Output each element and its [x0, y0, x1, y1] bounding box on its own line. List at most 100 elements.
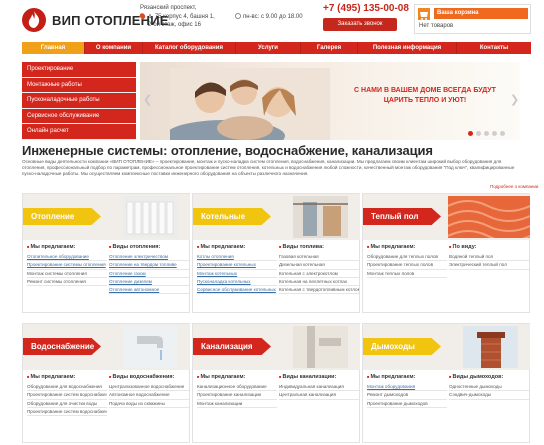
page-title: Инженерные системы: отопление, водоснабж… — [22, 143, 433, 158]
banner-dot-3[interactable] — [484, 131, 489, 136]
nav-catalog[interactable]: Каталог оборудования — [143, 42, 236, 54]
list-item[interactable]: Централизованное водоснабжение — [109, 384, 189, 392]
list-item[interactable]: Монтаж котельных — [197, 271, 277, 278]
main-nav: Главная О компании Каталог оборудования … — [22, 42, 531, 54]
cart-widget[interactable]: Ваша корзина Нет товаров — [414, 4, 531, 34]
list-item[interactable]: Монтаж оборудования — [367, 384, 447, 392]
card-chimneys[interactable]: Дымоходы Мы предлагаем: Монтаж оборудова… — [362, 323, 530, 443]
banner-dot-4[interactable] — [492, 131, 497, 136]
working-hours-text: пн-вс: с 9.00 до 18.00 — [243, 14, 303, 20]
list-item[interactable]: Проектирование котельных — [197, 262, 277, 270]
list-item[interactable]: Котельная с твердотопливным котлом — [279, 287, 359, 295]
column-title: Мы предлагаем: — [27, 374, 107, 380]
list-item[interactable]: Котельная на пеллетных котлах — [279, 279, 359, 287]
list-item[interactable]: Пусконаладка котельных — [197, 279, 277, 287]
clock-icon — [235, 13, 241, 19]
cart-empty-text: Нет товаров — [419, 23, 454, 29]
intro-text: Основные виды деятельности компании «ВИП… — [22, 159, 515, 176]
sidebar-menu: Проектирование Монтажные работы Пусконал… — [22, 62, 136, 140]
cart-icon[interactable] — [418, 8, 430, 20]
hero-banner[interactable]: С нами в вашем доме всегда будут царить … — [140, 62, 520, 140]
list-item[interactable]: Электрический теплый пол — [449, 262, 529, 270]
card-tag[interactable]: Отопление — [23, 208, 101, 225]
column-title: По виду: — [449, 244, 529, 250]
card-tag[interactable]: Дымоходы — [363, 338, 441, 355]
list-item[interactable]: Проектирование систем водоснабжения — [27, 409, 107, 417]
list-item[interactable]: Оборудование для теплых полов — [367, 254, 447, 262]
phone-number[interactable]: +7 (495) 135-00-08 — [323, 3, 409, 14]
list-item[interactable]: Автономное водоснабжение — [109, 392, 189, 400]
card-tag[interactable]: Водоснабжение — [23, 338, 101, 355]
nav-services[interactable]: Услуги — [236, 42, 301, 54]
flame-logo-icon[interactable] — [22, 8, 46, 32]
list-item[interactable]: Оборудование для водоснабжения — [27, 384, 107, 392]
column-title: Мы предлагаем: — [367, 374, 447, 380]
nav-contacts[interactable]: Контакты — [457, 42, 531, 54]
card-sewerage[interactable]: Канализация Мы предлагаем: Канализационн… — [192, 323, 360, 443]
callback-button[interactable]: Заказать звонок — [323, 18, 397, 31]
list-item[interactable]: Котельная с электрокотлом — [279, 271, 359, 278]
list-item[interactable]: Проектирование систем водоснабжения — [27, 392, 107, 400]
banner-pagination — [468, 131, 505, 136]
banner-next-icon[interactable]: ❯ — [510, 95, 519, 106]
list-item[interactable]: Центральная канализация — [279, 392, 359, 400]
nav-gallery[interactable]: Галерея — [301, 42, 358, 54]
list-item[interactable]: Водяной теплый пол — [449, 254, 529, 262]
list-item[interactable]: Оборудование для очистки воды — [27, 401, 107, 408]
sidebar-item-commissioning[interactable]: Пусконаладочные работы — [22, 93, 136, 109]
sidebar-item-online-calc[interactable]: Онлайн расчет — [22, 124, 136, 140]
column-title: Виды дымоходов: — [449, 374, 529, 380]
sidebar-item-installation[interactable]: Монтажные работы — [22, 77, 136, 94]
nav-useful-info[interactable]: Полезная информация — [358, 42, 457, 54]
list-item[interactable]: Котлы отопления — [197, 254, 277, 262]
list-item[interactable]: Ремонт системы отопления — [27, 279, 107, 287]
list-item[interactable]: Проектирование системы отопления — [27, 262, 107, 270]
column-title: Мы предлагаем: — [197, 244, 277, 250]
column-title: Мы предлагаем: — [27, 244, 107, 250]
banner-dot-5[interactable] — [500, 131, 505, 136]
list-item[interactable]: Отопление на твердом топливе — [109, 262, 189, 270]
cart-title[interactable]: Ваша корзина — [434, 8, 528, 19]
list-item[interactable]: Проектирование дымоходов — [367, 401, 447, 408]
sidebar-item-service[interactable]: Сервисное обслуживание — [22, 108, 136, 125]
card-heating[interactable]: Отопление Мы предлагаем: Отопительное об… — [22, 193, 190, 313]
list-item[interactable]: Проектирование канализации — [197, 392, 277, 400]
banner-dot-1[interactable] — [468, 131, 473, 136]
address-line-3: 2-ой этаж, офис 16 — [148, 22, 201, 28]
address-line-2: д. 75 корпус 4, башня 1, — [148, 14, 215, 20]
list-item[interactable]: Отопление газом — [109, 271, 189, 278]
list-item[interactable]: Индивидуальная канализация — [279, 384, 359, 392]
list-item[interactable]: Отопительное оборудование — [27, 254, 107, 262]
list-item[interactable]: Ремонт дымоходов — [367, 392, 447, 400]
list-item[interactable]: Отопление электричеством — [109, 254, 189, 262]
list-item[interactable]: Канализационное оборудование — [197, 384, 277, 392]
list-item[interactable]: Отопление автономное — [109, 287, 189, 295]
list-item[interactable]: Отопление дизелем — [109, 279, 189, 287]
list-item[interactable]: Одностенные дымоходы — [449, 384, 529, 392]
more-about-link[interactable]: Подробнее о компании — [490, 184, 538, 189]
column-title: Мы предлагаем: — [367, 244, 447, 250]
card-water-supply[interactable]: Водоснабжение Мы предлагаем: Оборудовани… — [22, 323, 190, 443]
card-boiler-rooms[interactable]: Котельные Мы предлагаем: Котлы отопления… — [192, 193, 360, 313]
list-item[interactable]: Дизельная котельная — [279, 262, 359, 270]
card-underfloor-heating[interactable]: Теплый пол Мы предлагаем: Оборудование д… — [362, 193, 530, 313]
banner-prev-icon[interactable]: ❮ — [143, 95, 152, 106]
nav-about[interactable]: О компании — [85, 42, 143, 54]
nav-home[interactable]: Главная — [22, 42, 85, 54]
card-tag[interactable]: Канализация — [193, 338, 271, 355]
banner-dot-2[interactable] — [476, 131, 481, 136]
list-item[interactable]: Проектирование теплых полов — [367, 262, 447, 270]
list-item[interactable]: Монтаж канализации — [197, 401, 277, 408]
column-title: Виды канализации: — [279, 374, 359, 380]
list-item[interactable]: Подача воды из скважины — [109, 401, 189, 408]
list-item[interactable]: Сервисное обслуживание котельных — [197, 287, 277, 295]
list-item[interactable]: Сэндвич-дымоходы — [449, 392, 529, 400]
list-item[interactable]: Газовая котельная — [279, 254, 359, 262]
sidebar-item-design[interactable]: Проектирование — [22, 62, 136, 78]
card-tag[interactable]: Теплый пол — [363, 208, 441, 225]
list-item[interactable]: Монтаж системы отопления — [27, 271, 107, 278]
column-title: Мы предлагаем: — [197, 374, 277, 380]
card-tag[interactable]: Котельные — [193, 208, 271, 225]
list-item[interactable]: Монтаж теплых полов — [367, 271, 447, 278]
column-title: Виды топлива: — [279, 244, 359, 250]
